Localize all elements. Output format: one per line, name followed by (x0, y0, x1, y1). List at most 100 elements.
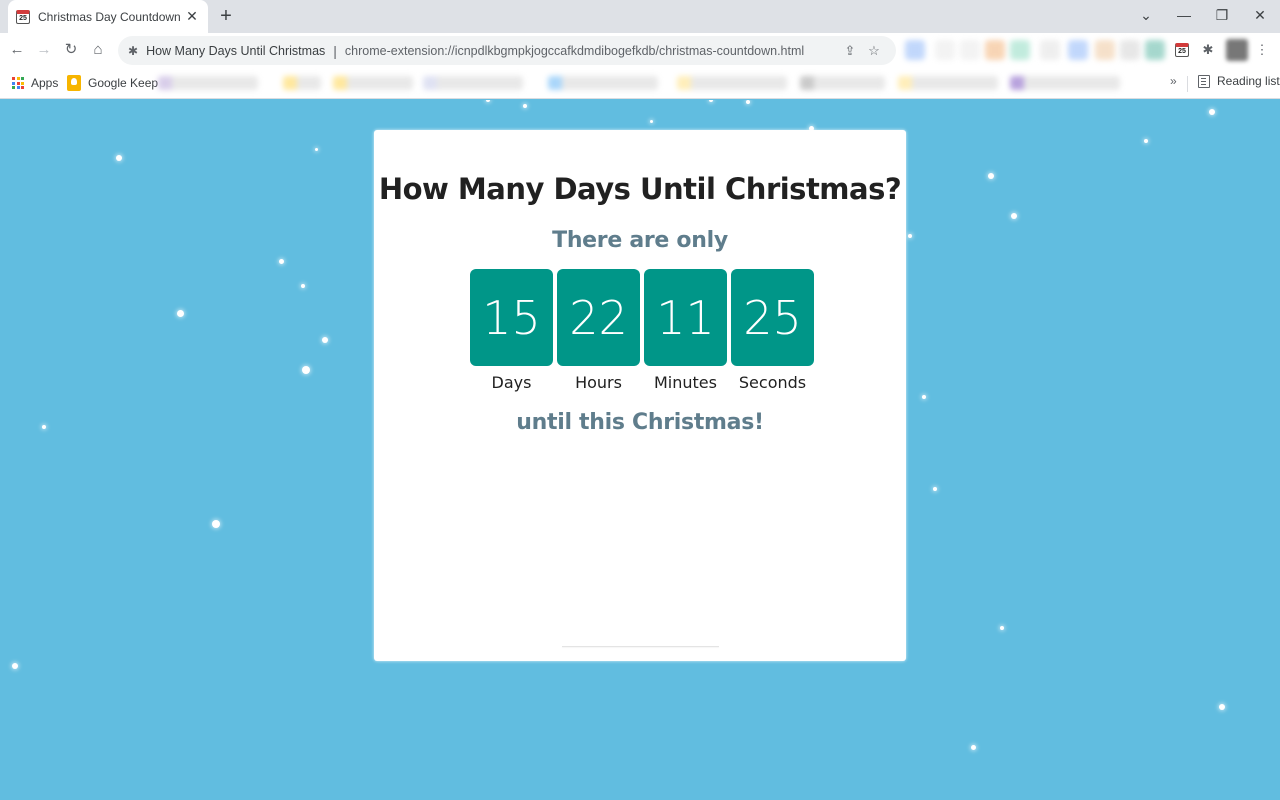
forward-button[interactable]: → (33, 39, 55, 61)
extensions-puzzle-icon[interactable]: ✱ (1198, 40, 1218, 60)
snowflake (212, 520, 220, 528)
countdown-minutes: 11 Minutes (644, 269, 727, 392)
new-tab-button[interactable]: + (215, 5, 237, 27)
snowflake (908, 234, 912, 238)
snowflake (922, 395, 926, 399)
tab-title: Christmas Day Countdown (38, 9, 181, 24)
bookmark-apps-label: Apps (31, 76, 59, 90)
extension-icon-blurred[interactable] (1040, 40, 1060, 60)
extension-icon-blurred[interactable] (960, 40, 980, 60)
snowflake (746, 100, 750, 104)
days-value: 15 (470, 269, 553, 366)
snowflake (116, 155, 122, 161)
address-url[interactable]: chrome-extension://icnpdlkbgmpkjogccafkd… (345, 44, 838, 58)
snowflake (1000, 626, 1004, 630)
apps-grid-dot (21, 86, 24, 89)
close-window-button[interactable]: ✕ (1241, 0, 1279, 30)
apps-grid-dot (12, 77, 15, 80)
reload-button[interactable]: ↻ (60, 39, 82, 61)
minutes-value: 11 (644, 269, 727, 366)
reading-list-icon (1198, 74, 1210, 88)
profile-avatar[interactable] (1226, 39, 1248, 61)
snowflake (1209, 109, 1215, 115)
hours-value: 22 (557, 269, 640, 366)
apps-grid-dot (21, 81, 24, 85)
bookmark-item-blurred[interactable] (333, 76, 413, 90)
browser-menu-icon[interactable]: ⋮ (1252, 40, 1272, 60)
page-background: How Many Days Until Christmas? There are… (0, 100, 1280, 800)
snowflake (42, 425, 46, 429)
snowflake (176, 309, 184, 317)
snowflake (278, 258, 284, 264)
google-keep-icon (67, 75, 81, 91)
lead-text: There are only (552, 228, 728, 253)
snowflake (649, 119, 653, 123)
days-label: Days (491, 373, 532, 392)
snowflake (970, 744, 976, 750)
tab-search-button[interactable]: ⌄ (1127, 0, 1165, 30)
extension-icon-blurred[interactable] (1120, 40, 1140, 60)
extension-icon-blurred[interactable] (1010, 40, 1030, 60)
countdown-card: How Many Days Until Christmas? There are… (374, 130, 906, 661)
countdown-days: 15 Days (470, 269, 553, 392)
countdown-hours: 22 Hours (557, 269, 640, 392)
bookmark-apps[interactable]: Apps (12, 74, 58, 92)
bookmarks-overflow-button[interactable]: » (1170, 74, 1177, 88)
browser-toolbar: ← → ↻ ⌂ ✱ How Many Days Until Christmas … (0, 33, 1280, 68)
bookmark-item-blurred[interactable] (423, 76, 523, 90)
minutes-label: Minutes (654, 373, 717, 392)
snowflake (314, 147, 318, 151)
extension-icon-blurred[interactable] (1068, 40, 1088, 60)
snowflake (933, 487, 937, 491)
apps-grid-dot (12, 81, 15, 85)
extension-icon-blurred[interactable] (905, 40, 925, 60)
snowflake (12, 663, 18, 669)
seconds-label: Seconds (738, 373, 807, 392)
apps-grid-icon (12, 77, 24, 89)
share-icon[interactable]: ⇪ (838, 43, 862, 59)
snowflake (1011, 213, 1017, 219)
bookmark-google-keep[interactable]: Google Keep (67, 74, 158, 92)
bookmark-item-blurred[interactable] (283, 76, 321, 90)
address-page-title: How Many Days Until Christmas (146, 43, 326, 58)
extension-icon-blurred[interactable] (1095, 40, 1115, 60)
close-tab-icon[interactable]: ✕ (184, 8, 200, 25)
snowflake (709, 100, 713, 102)
bookmark-item-blurred[interactable] (1010, 76, 1120, 90)
countdown-seconds: 25 Seconds (731, 269, 814, 392)
minimize-button[interactable]: — (1165, 0, 1203, 30)
extension-icon-blurred[interactable] (935, 40, 955, 60)
snowflake (486, 100, 490, 102)
restore-button[interactable]: ❐ (1203, 0, 1241, 30)
extension-icon-blurred[interactable] (985, 40, 1005, 60)
reading-list-button[interactable]: Reading list (1198, 74, 1280, 88)
bookmarks-divider (1187, 76, 1188, 92)
snowflake (988, 173, 994, 179)
address-separator: | (333, 42, 337, 59)
christmas-extension-icon[interactable]: 25 (1172, 40, 1192, 60)
countdown-units: 15 Days 22 Hours 11 Minutes 25 Seconds (470, 269, 814, 392)
extension-puzzle-icon: ✱ (128, 43, 139, 58)
home-button[interactable]: ⌂ (87, 39, 109, 61)
apps-grid-dot (21, 77, 24, 80)
bookmark-keep-label: Google Keep (88, 76, 159, 90)
back-button[interactable]: ← (6, 39, 28, 61)
reading-list-label: Reading list (1217, 74, 1280, 88)
snowflake (523, 104, 527, 108)
bookmark-item-blurred[interactable] (548, 76, 658, 90)
trail-text: until this Christmas! (516, 410, 764, 435)
calendar-icon: 25 (1175, 43, 1189, 57)
divider (562, 646, 719, 647)
extension-icon-blurred[interactable] (1145, 40, 1165, 60)
snowflake (1144, 139, 1148, 143)
tab-christmas-countdown[interactable]: 25 Christmas Day Countdown ✕ (8, 0, 208, 33)
bookmark-item-blurred[interactable] (898, 76, 998, 90)
bookmark-item-blurred[interactable] (158, 76, 258, 90)
calendar-icon: 25 (16, 9, 30, 24)
snowflake (302, 366, 310, 374)
bookmark-star-icon[interactable]: ☆ (862, 43, 886, 59)
snowflake (322, 337, 328, 343)
bookmark-item-blurred[interactable] (677, 76, 787, 90)
bookmark-item-blurred[interactable] (800, 76, 885, 90)
address-bar[interactable]: ✱ How Many Days Until Christmas | chrome… (118, 36, 896, 65)
